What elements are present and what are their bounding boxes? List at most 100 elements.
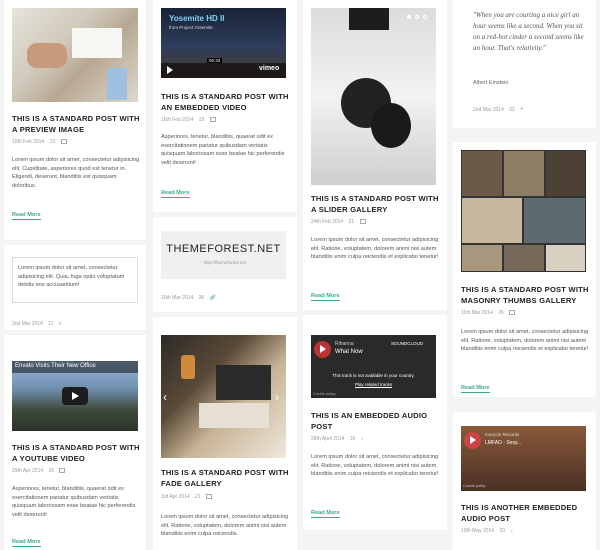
cookie-policy-link[interactable]: Cookie policy	[313, 392, 336, 396]
status-box: Lorem ipsum dolor sit amet, consectetur …	[12, 257, 138, 303]
post-title[interactable]: THIS IS A STANDARD POST WITH A YOUTUBE V…	[12, 442, 140, 464]
date: 10th May 2014	[461, 528, 495, 534]
post-meta: 11th Mar 2014 26	[461, 310, 519, 316]
date: 24th Feb 2014	[311, 219, 344, 225]
post-card: Rihanna What Now SOUNDCLOUD This track i…	[303, 315, 447, 530]
comment-count[interactable]: 21	[195, 494, 201, 500]
quote-icon: ❝	[520, 107, 523, 113]
post-card: ‹ › THIS IS A STANDARD POST WITH FADE GA…	[153, 317, 297, 550]
post-card: THIS IS A STANDARD POST WITH MASONRY THU…	[453, 142, 596, 397]
link-icon: 🔗	[209, 295, 216, 301]
cookie-policy-link[interactable]: Cookie policy	[463, 484, 486, 488]
post-excerpt: Lorem ipsum dolor sit amet, consectetur …	[12, 157, 140, 189]
comment-count[interactable]: 26	[498, 310, 504, 316]
read-more-link[interactable]: Read More	[12, 212, 41, 220]
post-title[interactable]: THIS IS A STANDARD POST WITH A SLIDER GA…	[311, 193, 439, 215]
play-icon	[470, 436, 476, 444]
post-meta: 28th April 2014 16 ♪	[311, 436, 367, 442]
youtube-video[interactable]: Envato Visits Their New Office	[12, 361, 138, 431]
date: 10th Feb 2014	[12, 139, 45, 145]
menu-icon: ≡	[58, 321, 62, 327]
fade-gallery[interactable]: ‹ ›	[161, 335, 286, 458]
slider-dot[interactable]	[415, 15, 419, 19]
read-more-link[interactable]: Read More	[311, 510, 340, 518]
image-icon	[359, 219, 366, 225]
post-meta: 16th Mar 2014 36 🔗	[161, 295, 220, 301]
date: 16th Mar 2014	[161, 295, 194, 301]
post-excerpt: Asperiores, tenetur, blanditiis, quaerat…	[161, 134, 285, 166]
link-title: THEMEFOREST.NET	[166, 243, 281, 255]
preview-image[interactable]	[12, 8, 138, 102]
video-icon	[59, 468, 66, 474]
embedded-video[interactable]: Yosemite HD II from Project Yosemite 06:…	[161, 8, 286, 78]
image-icon	[60, 139, 67, 145]
slider-gallery[interactable]	[311, 8, 436, 185]
read-more-link[interactable]: Read More	[12, 539, 41, 547]
comment-count[interactable]: 19	[199, 117, 205, 123]
post-excerpt: Asperiores, tenetur, blanditiis, quaerat…	[12, 486, 136, 518]
post-title[interactable]: THIS IS A STANDARD POST WITH A PREVIEW I…	[12, 113, 140, 135]
soundcloud-logo: SOUNDCLOUD	[391, 341, 424, 346]
comment-count[interactable]: 36	[199, 295, 205, 301]
gallery-icon	[205, 494, 212, 500]
comment-count[interactable]: 16	[49, 468, 55, 474]
post-meta: 3rd Apr 2014 21	[161, 494, 216, 500]
post-meta: 29th Apr 2014 16	[12, 468, 69, 474]
post-meta: 10th Feb 2014 13	[12, 139, 71, 145]
post-meta: 16th Feb 2014 19	[161, 117, 220, 123]
post-meta: 24th Feb 2014 21	[311, 219, 370, 225]
date: 29th Apr 2014	[12, 468, 44, 474]
masonry-thumbs-gallery[interactable]	[461, 150, 586, 272]
post-excerpt: Lorem ipsum dolor sit amet, consectetur …	[161, 514, 289, 538]
link-url: - http://themeforest.net	[200, 260, 247, 265]
post-meta: 2nd Mar 2014 22 ❝	[473, 107, 527, 113]
play-icon	[320, 345, 326, 353]
prev-arrow-icon[interactable]: ‹	[163, 390, 167, 404]
read-more-link[interactable]: Read More	[311, 293, 340, 301]
play-button[interactable]	[464, 432, 481, 449]
related-tracks-link[interactable]: Play related tracks	[311, 382, 436, 387]
quote-card: "When you are courting a nice girl an ho…	[453, 0, 596, 128]
post-meta: 2nd Mar 2014 11 ≡	[12, 321, 66, 327]
soundcloud-player[interactable]: Icecycle Records LMFAO - Sexy... Cookie …	[461, 426, 586, 491]
comment-count[interactable]: 16	[350, 436, 356, 442]
play-button[interactable]	[314, 341, 331, 358]
post-title[interactable]: THIS IS AN EMBEDDED AUDIO POST	[311, 410, 439, 432]
quote-author: Albert Einstein	[473, 80, 509, 86]
post-title[interactable]: THIS IS A STANDARD POST WITH FADE GALLER…	[161, 467, 289, 489]
slider-dot[interactable]	[423, 15, 427, 19]
post-meta: 10th May 2014 20 ♪	[461, 528, 517, 534]
video-from: from Project Yosemite	[169, 25, 213, 30]
link-box[interactable]: THEMEFOREST.NET - http://themeforest.net	[161, 231, 286, 279]
audio-artist: Rihanna	[335, 341, 354, 347]
music-icon: ♪	[360, 436, 364, 442]
vimeo-logo: vimeo	[259, 65, 280, 72]
date: 2nd Mar 2014	[473, 107, 504, 113]
post-title[interactable]: THIS IS A STANDARD POST WITH MASONRY THU…	[461, 284, 589, 306]
audio-track: What Now	[335, 349, 363, 355]
read-more-link[interactable]: Read More	[461, 385, 490, 393]
post-title[interactable]: THIS IS ANOTHER EMBEDDED AUDIO POST	[461, 502, 589, 524]
post-excerpt: Lorem ipsum dolor sit amet, consectetur …	[461, 329, 589, 353]
post-card: THIS IS A STANDARD POST WITH A SLIDER GA…	[303, 0, 447, 310]
read-more-link[interactable]: Read More	[161, 190, 190, 198]
status-text: Lorem ipsum dolor sit amet, consectetur …	[18, 265, 125, 289]
comment-count[interactable]: 11	[48, 321, 53, 327]
audio-artist: Icecycle Records	[485, 432, 520, 437]
slider-dot[interactable]	[407, 15, 411, 19]
play-button[interactable]	[62, 387, 88, 405]
comment-count[interactable]: 13	[50, 139, 56, 145]
quote-text: "When you are courting a nice girl an ho…	[473, 11, 584, 52]
post-title[interactable]: THIS IS A STANDARD POST WITH AN EMBEDDED…	[161, 91, 289, 113]
audio-message: This track is not available in your coun…	[332, 373, 415, 378]
post-card: Icecycle Records LMFAO - Sexy... Cookie …	[453, 412, 596, 550]
soundcloud-player[interactable]: Rihanna What Now SOUNDCLOUD This track i…	[311, 335, 436, 398]
comment-count[interactable]: 20	[499, 528, 505, 534]
date: 28th April 2014	[311, 436, 345, 442]
comment-count[interactable]: 21	[349, 219, 355, 225]
video-title: Envato Visits Their New Office	[15, 363, 96, 369]
play-icon[interactable]	[167, 66, 173, 74]
next-arrow-icon[interactable]: ›	[275, 390, 279, 404]
comment-count[interactable]: 22	[509, 107, 515, 113]
video-time: 06:33	[207, 58, 223, 63]
